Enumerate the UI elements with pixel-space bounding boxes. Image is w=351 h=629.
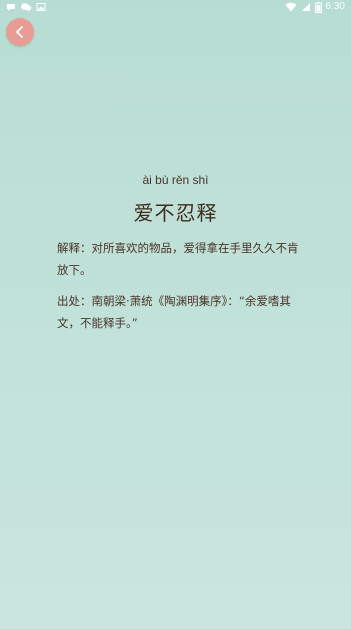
battery-icon: [314, 1, 322, 13]
status-time: 6:30: [325, 1, 345, 12]
idiom-pinyin: ài bù rěn shì: [142, 173, 209, 187]
status-left-icons: [6, 0, 46, 14]
idiom-detail-screen: 6:30 ài bù rěn shì 爱不忍释 解释：对所喜欢的物品，爱得拿在手…: [0, 0, 351, 629]
idiom-explanation: 解释：对所喜欢的物品，爱得拿在手里久久不肯放下。: [57, 241, 299, 277]
chevron-left-icon: [13, 25, 27, 39]
notification-icon: [6, 2, 16, 12]
idiom-title: 爱不忍释: [133, 201, 218, 225]
idiom-source: 出处：南朝梁·萧统《陶渊明集序》：“余爱嗜其文，不能释手。”: [57, 294, 291, 330]
status-right-icons: 6:30: [285, 0, 345, 14]
image-icon: [36, 2, 46, 12]
status-bar: 6:30: [0, 0, 351, 14]
signal-icon: [301, 2, 311, 12]
wifi-icon: [285, 2, 297, 12]
back-button[interactable]: [6, 18, 34, 46]
chat-icon: [20, 2, 32, 12]
